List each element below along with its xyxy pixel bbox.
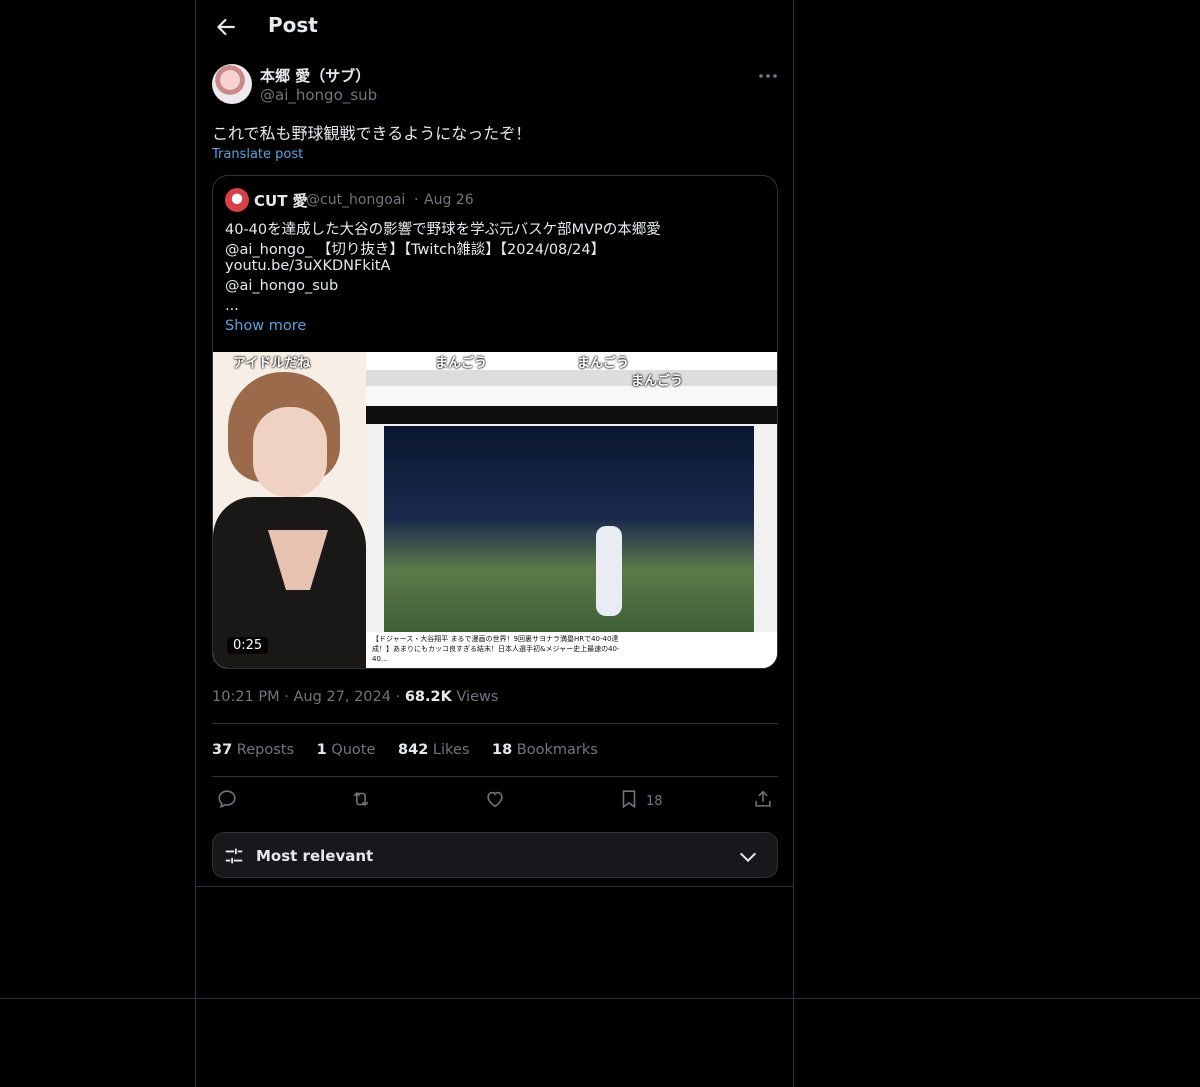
stat-count: 842 — [398, 742, 429, 758]
show-more-link[interactable]: Show more — [225, 318, 306, 334]
stat-label: Bookmarks — [516, 742, 598, 758]
likes-stat[interactable]: 842 Likes — [398, 742, 469, 758]
bookmarks-stat[interactable]: 18 Bookmarks — [492, 742, 598, 758]
caption: アイドルだね — [233, 356, 311, 371]
reposts-stat[interactable]: 37 Reposts — [212, 742, 294, 758]
back-button[interactable] — [213, 14, 239, 40]
views-label: Views — [456, 689, 499, 705]
sliders-icon — [225, 848, 243, 864]
separator-dot: · — [414, 192, 419, 208]
quoted-ellipsis: ... — [225, 298, 239, 314]
like-button[interactable] — [484, 788, 506, 812]
repost-button[interactable] — [350, 788, 372, 812]
baseball-player — [596, 526, 622, 616]
page-title: Post — [268, 13, 318, 37]
reply-sort-dropdown[interactable]: Most relevant — [212, 832, 778, 878]
post-time[interactable]: 10:21 PM — [212, 689, 280, 705]
repost-icon — [353, 791, 369, 807]
post-text: これで私も野球観戦できるようになったぞ！ — [212, 124, 532, 143]
caption: まんごう — [577, 356, 630, 371]
primary-column: Post 本郷 愛（サブ） @ai_hongo_sub これで私も野球観戦できる… — [195, 0, 794, 1087]
quoted-author-avatar — [225, 188, 249, 212]
bookmark-icon — [622, 790, 636, 809]
stat-label: Reposts — [236, 742, 295, 758]
author-handle[interactable]: @ai_hongo_sub — [260, 86, 377, 104]
browser-tabs — [366, 370, 777, 386]
youtube-header — [366, 406, 777, 424]
divider — [212, 776, 778, 777]
bookmark-button[interactable]: 18 — [618, 788, 678, 812]
stat-label: Quote — [331, 742, 376, 758]
translate-post-link[interactable]: Translate post — [212, 147, 303, 162]
heart-icon — [487, 791, 503, 808]
post-meta: 10:21 PM · Aug 27, 2024 · 68.2K Views — [212, 689, 498, 705]
quoted-author-handle: @cut_hongoai — [306, 192, 406, 208]
quotes-stat[interactable]: 1 Quote — [317, 742, 376, 758]
video-title: 【ドジャース・大谷翔平 まるで漫画の世界！9回裏サヨナラ満塁HRで40-40達成… — [372, 635, 620, 663]
quoted-text-line: @ai_hongo_ 【切り抜き】【Twitch雑談】【2024/08/24】 — [225, 242, 606, 258]
share-button[interactable] — [752, 788, 774, 812]
stat-count: 1 — [316, 742, 327, 758]
quoted-post-date: Aug 26 — [424, 192, 474, 208]
more-horizontal-icon — [759, 74, 777, 78]
browser-url-bar — [366, 386, 777, 406]
caption: まんごう — [435, 356, 488, 371]
quoted-author-name: CUT 愛 — [254, 192, 308, 210]
reply-icon — [218, 790, 236, 809]
quoted-text-line: 40-40を達成した大谷の影響で野球を学ぶ元バスケ部MVPの本郷愛 — [225, 222, 661, 238]
stat-count: 37 — [212, 742, 233, 758]
stat-label: Likes — [432, 742, 470, 758]
reply-button[interactable] — [216, 788, 238, 812]
video-thumbnail[interactable]: アイドルだね まんごう まんごう 【ドジャース・大谷翔平 まるで漫画の世界！9回… — [213, 352, 777, 668]
arrow-left-icon — [216, 18, 235, 36]
quoted-post[interactable]: CUT 愛 @cut_hongoai · Aug 26 40-40を達成した大谷… — [212, 175, 778, 669]
divider — [212, 723, 778, 724]
quoted-mention[interactable]: @ai_hongo_sub — [225, 278, 338, 294]
baseball-video — [384, 426, 754, 632]
sort-label: Most relevant — [256, 847, 374, 865]
author-name[interactable]: 本郷 愛（サブ） — [260, 65, 370, 86]
views-count: 68.2K — [404, 689, 452, 705]
author-avatar[interactable] — [212, 64, 252, 104]
streamer-panel — [213, 352, 366, 668]
more-options-button[interactable] — [756, 64, 780, 88]
caption: まんごう — [631, 374, 684, 389]
quoted-link[interactable]: youtu.be/3uXKDNFkitA — [225, 258, 390, 274]
meta-separator: · — [395, 689, 405, 705]
chevron-down-icon — [739, 852, 757, 863]
face-shape — [253, 407, 327, 497]
share-icon — [755, 790, 771, 807]
header: Post — [196, 0, 793, 54]
engagement-stats: 37 Reposts 1 Quote 842 Likes 18 Bookmark… — [212, 742, 616, 758]
bookmark-count: 18 — [646, 794, 663, 809]
stat-count: 18 — [492, 742, 513, 758]
post-date[interactable]: Aug 27, 2024 — [293, 689, 391, 705]
divider — [195, 886, 794, 887]
divider — [0, 998, 1200, 999]
video-duration: 0:25 — [227, 637, 269, 654]
browser-window: 【ドジャース・大谷翔平 まるで漫画の世界！9回裏サヨナラ満塁HRで40-40達成… — [366, 370, 777, 668]
